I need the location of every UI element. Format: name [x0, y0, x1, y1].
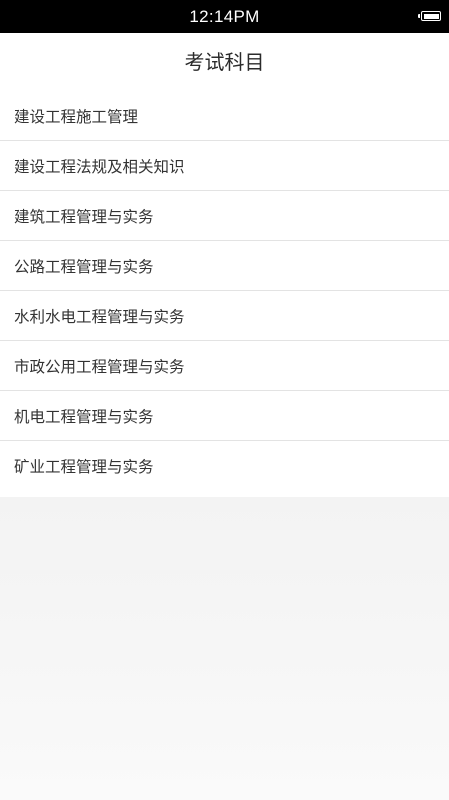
list-item-subject-6[interactable]: 市政公用工程管理与实务 — [0, 341, 449, 391]
status-time: 12:14PM — [189, 7, 260, 26]
page-title: 考试科目 — [184, 50, 265, 74]
list-item-subject-3[interactable]: 建筑工程管理与实务 — [0, 191, 449, 241]
empty-content-area — [0, 497, 449, 800]
subject-list: 建设工程施工管理 建设工程法规及相关知识 建筑工程管理与实务 公路工程管理与实务… — [0, 91, 449, 491]
list-item-subject-7[interactable]: 机电工程管理与实务 — [0, 391, 449, 441]
list-item-subject-1[interactable]: 建设工程施工管理 — [0, 91, 449, 141]
list-item-subject-8[interactable]: 矿业工程管理与实务 — [0, 441, 449, 491]
battery-fill — [423, 13, 439, 19]
nav-bar: 考试科目 — [0, 33, 449, 91]
status-bar: 12:14PM — [0, 0, 449, 33]
list-item-subject-5[interactable]: 水利水电工程管理与实务 — [0, 291, 449, 341]
list-item-subject-2[interactable]: 建设工程法规及相关知识 — [0, 141, 449, 191]
battery-icon — [418, 11, 441, 21]
list-item-subject-4[interactable]: 公路工程管理与实务 — [0, 241, 449, 291]
